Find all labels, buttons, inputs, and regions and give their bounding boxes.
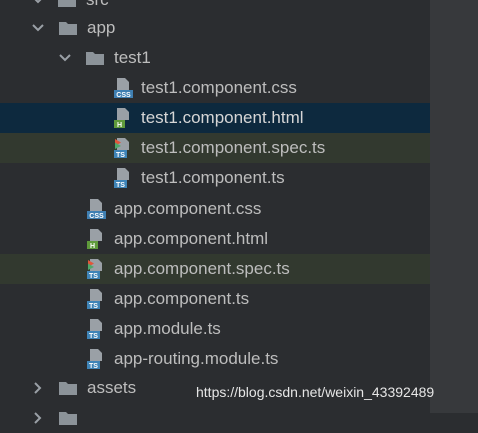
css-file-icon: CSS bbox=[114, 78, 133, 99]
css-file-icon: CSS bbox=[87, 199, 106, 220]
tree-row-file[interactable]: TS test1.component.ts bbox=[0, 163, 430, 193]
html-file-icon: H bbox=[114, 108, 129, 129]
tree-row-app[interactable]: app bbox=[0, 13, 430, 43]
ts-file-icon: TS bbox=[87, 289, 102, 310]
chevron-down-icon[interactable] bbox=[30, 0, 46, 8]
file-label: test1.component.html bbox=[141, 108, 304, 127]
file-label: app.component.spec.ts bbox=[114, 259, 290, 278]
file-label: app-routing.module.ts bbox=[114, 349, 279, 368]
tree-row-file[interactable]: CSS test1.component.css bbox=[0, 73, 430, 103]
tree-row-file[interactable]: TS app.module.ts bbox=[0, 314, 430, 344]
file-label: app.component.html bbox=[114, 229, 269, 248]
ts-test-file-icon: TS bbox=[114, 138, 129, 159]
svg-text:TS: TS bbox=[89, 273, 98, 280]
tree-row-file[interactable]: TS app.component.spec.ts bbox=[0, 254, 430, 284]
scrollbar-track[interactable] bbox=[430, 0, 478, 413]
chevron-down-icon[interactable] bbox=[57, 50, 73, 66]
watermark-url: https://blog.csdn.net/weixin_43392489 bbox=[196, 384, 435, 400]
svg-text:H: H bbox=[90, 243, 95, 250]
folder-icon bbox=[59, 22, 77, 35]
ts-test-file-icon: TS bbox=[87, 259, 102, 280]
svg-text:CSS: CSS bbox=[89, 213, 104, 220]
tree-row-file[interactable]: CSS app.component.css bbox=[0, 194, 430, 224]
ts-file-icon: TS bbox=[87, 349, 102, 370]
ts-file-icon: TS bbox=[87, 319, 102, 340]
tree-label-app: app bbox=[87, 18, 116, 37]
file-label: app.component.css bbox=[114, 199, 262, 218]
tree-row-file[interactable]: TS test1.component.spec.ts bbox=[0, 133, 430, 163]
svg-text:TS: TS bbox=[89, 333, 98, 340]
tree-row-test1[interactable]: test1 bbox=[0, 43, 430, 73]
svg-text:TS: TS bbox=[89, 363, 98, 370]
tree-row-file[interactable]: TS app.component.ts bbox=[0, 284, 430, 314]
tree-row-file[interactable]: H app.component.html bbox=[0, 224, 430, 254]
tree-row-partial[interactable] bbox=[0, 403, 430, 433]
chevron-right-icon[interactable] bbox=[30, 410, 46, 426]
file-label: test1.component.spec.ts bbox=[141, 138, 326, 157]
svg-text:CSS: CSS bbox=[116, 92, 131, 99]
svg-text:H: H bbox=[117, 122, 122, 129]
file-label: app.module.ts bbox=[114, 319, 221, 338]
chevron-down-icon[interactable] bbox=[30, 20, 46, 36]
tree-label-test1: test1 bbox=[114, 48, 151, 67]
ts-file-icon: TS bbox=[114, 168, 129, 189]
tree-row-file-selected[interactable]: H test1.component.html bbox=[0, 103, 430, 133]
folder-icon bbox=[59, 412, 77, 425]
file-label: app.component.ts bbox=[114, 289, 250, 308]
svg-text:TS: TS bbox=[116, 182, 125, 189]
folder-icon bbox=[59, 382, 77, 395]
tree-row-file[interactable]: TS app-routing.module.ts bbox=[0, 344, 430, 374]
folder-icon bbox=[86, 52, 104, 65]
chevron-right-icon[interactable] bbox=[30, 380, 46, 396]
svg-text:TS: TS bbox=[89, 303, 98, 310]
file-label: test1.component.css bbox=[141, 78, 297, 97]
file-label: test1.component.ts bbox=[141, 168, 285, 187]
folder-icon bbox=[58, 0, 76, 7]
project-tree: src app test1 CSS test1.component.css H … bbox=[0, 0, 430, 425]
html-file-icon: H bbox=[87, 229, 102, 250]
svg-text:TS: TS bbox=[116, 152, 125, 159]
tree-label-assets: assets bbox=[87, 378, 137, 397]
